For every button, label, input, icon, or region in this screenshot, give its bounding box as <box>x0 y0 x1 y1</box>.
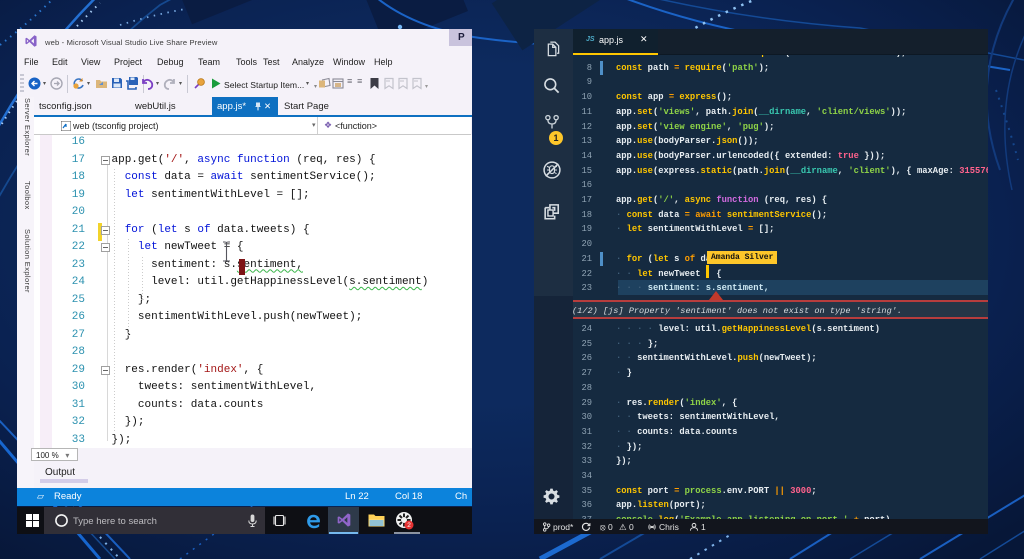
svg-text:2: 2 <box>407 522 411 529</box>
